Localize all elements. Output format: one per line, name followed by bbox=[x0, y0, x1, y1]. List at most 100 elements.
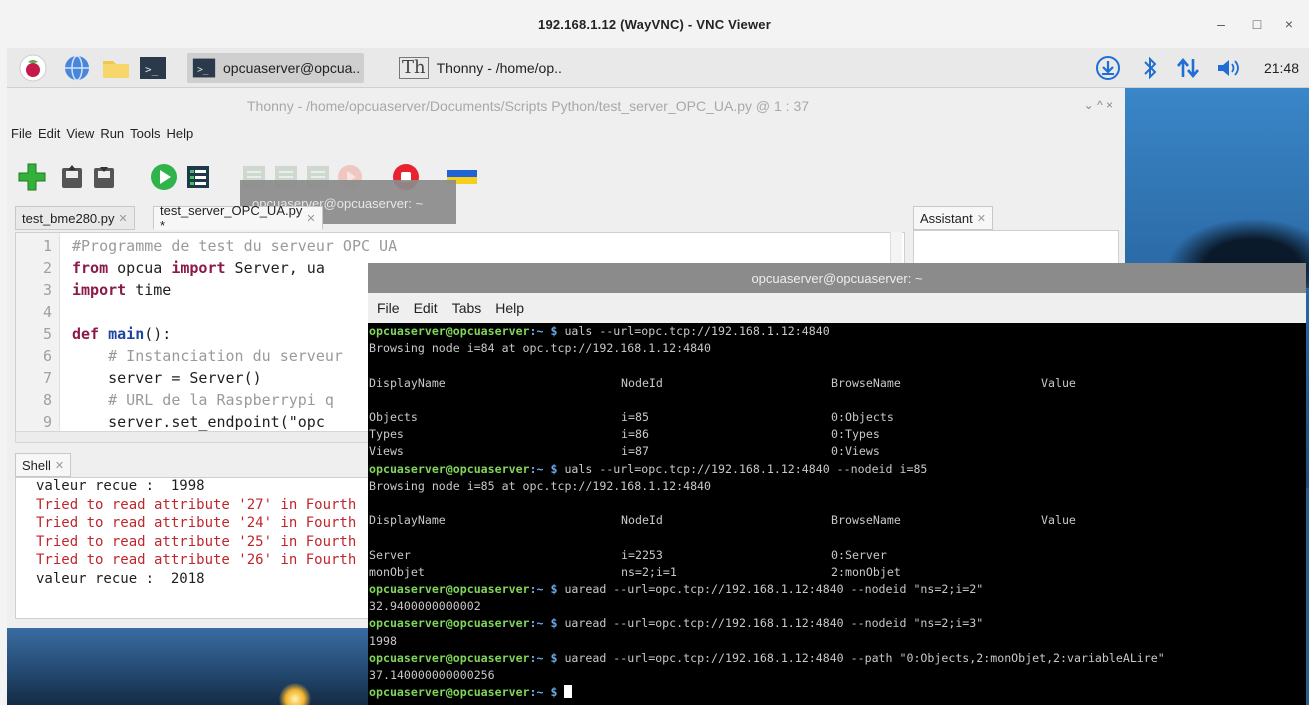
tab-close-icon[interactable]: ✕ bbox=[119, 212, 128, 225]
prompt-user: opcuaserver@opcuaserver bbox=[369, 324, 530, 338]
terminal-menu-help[interactable]: Help bbox=[495, 300, 524, 316]
tab-test-server-opc-ua[interactable]: test_server_OPC_UA.py * ✕ bbox=[153, 203, 323, 233]
output-text: 1998 bbox=[369, 633, 397, 648]
svg-text:>_: >_ bbox=[145, 63, 159, 76]
terminal-line: 32.9400000000002 bbox=[369, 598, 1305, 615]
tab-test-bme280[interactable]: test_bme280.py ✕ bbox=[15, 206, 135, 230]
terminal-line: Objects i=85 0:Objects bbox=[369, 409, 1305, 426]
line-number: 6 bbox=[42, 347, 52, 365]
terminal-launcher-icon[interactable]: >_ bbox=[139, 54, 167, 82]
run-play-icon[interactable] bbox=[149, 162, 179, 192]
tab-assistant[interactable]: Assistant ✕ bbox=[913, 206, 993, 230]
shell-line: valeur recue : 1998 bbox=[36, 478, 205, 494]
code-token: opcua bbox=[108, 259, 172, 277]
command-text: uals --url=opc.tcp://192.168.1.12:4840 bbox=[557, 324, 830, 338]
code-text: server.set_endpoint("opc bbox=[72, 413, 325, 431]
tab-label: Assistant bbox=[920, 210, 973, 226]
prompt-path: :~ $ bbox=[529, 582, 558, 596]
table-cell: i=86 bbox=[621, 427, 649, 442]
terminal-line: Browsing node i=85 at opc.tcp://192.168.… bbox=[369, 478, 1305, 495]
minimize-button[interactable]: – bbox=[1212, 16, 1230, 32]
tab-close-icon[interactable]: ✕ bbox=[977, 212, 986, 225]
table-cell: 0:Server bbox=[831, 547, 887, 562]
code-text: server = Server() bbox=[72, 369, 262, 387]
update-download-icon[interactable] bbox=[1095, 54, 1121, 82]
prompt-user: opcuaserver@opcuaserver bbox=[369, 461, 530, 476]
code-token: from bbox=[72, 259, 109, 277]
shell-line: Tried to read attribute '27' in Fourth bbox=[36, 496, 357, 513]
menu-edit[interactable]: Edit bbox=[38, 126, 60, 144]
menu-help[interactable]: Help bbox=[167, 126, 194, 144]
terminal-line: Types i=86 0:Types bbox=[369, 426, 1305, 443]
code-text: import time bbox=[72, 281, 171, 299]
taskbar-thonny-window[interactable]: Th Thonny - /home/op.. bbox=[395, 53, 566, 83]
line-number: 1 bbox=[42, 237, 52, 255]
table-cell: Server bbox=[369, 547, 411, 562]
prompt-path: :~ $ bbox=[529, 650, 558, 665]
volume-icon[interactable] bbox=[1215, 54, 1243, 82]
close-button[interactable]: × bbox=[1280, 16, 1298, 32]
open-file-icon[interactable] bbox=[57, 162, 87, 192]
taskbar-clock[interactable]: 21:48 bbox=[1264, 60, 1299, 76]
code-token: Server, ua bbox=[225, 259, 325, 277]
command-text: uaread --url=opc.tcp://192.168.1.12:4840… bbox=[557, 650, 1165, 665]
table-cell: NodeId bbox=[621, 513, 663, 528]
save-file-icon[interactable] bbox=[89, 162, 119, 192]
new-file-plus-icon[interactable] bbox=[17, 162, 47, 192]
table-cell: i=2253 bbox=[621, 547, 663, 562]
output-text: 32.9400000000002 bbox=[369, 599, 481, 614]
terminal-line: opcuaserver@opcuaserver:~ $ uals --url=o… bbox=[369, 323, 1305, 340]
thonny-window-controls[interactable]: ⌄ ^ × bbox=[1084, 98, 1113, 112]
terminal-line: opcuaserver@opcuaserver:~ $ uaread --url… bbox=[369, 581, 1305, 598]
browser-globe-icon[interactable] bbox=[63, 54, 91, 82]
code-token: #Programme de test du serveur OPC UA bbox=[72, 237, 398, 255]
command-text: uaread --url=opc.tcp://192.168.1.12:4840… bbox=[557, 582, 984, 596]
menu-file[interactable]: File bbox=[11, 126, 32, 144]
output-text: Browsing node i=85 at opc.tcp://192.168.… bbox=[369, 478, 712, 493]
code-token: server = Server() bbox=[72, 369, 262, 387]
menu-run[interactable]: Run bbox=[100, 126, 124, 144]
code-token: def bbox=[72, 325, 100, 343]
maximize-button[interactable]: □ bbox=[1248, 16, 1266, 32]
terminal-menu-edit[interactable]: Edit bbox=[414, 300, 438, 316]
line-number: 5 bbox=[42, 325, 52, 343]
terminal-window: opcuaserver@opcuaserver: ~ File Edit Tab… bbox=[368, 263, 1306, 705]
terminal-menu-file[interactable]: File bbox=[377, 300, 400, 316]
code-text: from opcua import Server, ua bbox=[72, 259, 325, 277]
tab-close-icon[interactable]: ✕ bbox=[306, 212, 315, 225]
prompt-path: :~ $ bbox=[529, 461, 558, 476]
thonny-window-title: Thonny - /home/opcuaserver/Documents/Scr… bbox=[247, 98, 810, 114]
wallpaper-bottom bbox=[7, 626, 377, 705]
terminal-output[interactable]: opcuaserver@opcuaserver:~ $ uals --url=o… bbox=[368, 323, 1306, 705]
prompt-user: opcuaserver@opcuaserver bbox=[369, 616, 530, 631]
taskbar-terminal-window[interactable]: >_ opcuaserver@opcua.. bbox=[187, 53, 365, 83]
code-token: main bbox=[108, 325, 145, 343]
prompt-path: :~ $ bbox=[529, 616, 558, 631]
line-number: 3 bbox=[42, 281, 52, 299]
network-arrows-icon[interactable] bbox=[1175, 54, 1201, 82]
vnc-viewer-window: 192.168.1.12 (WayVNC) - VNC Viewer – □ ×… bbox=[0, 0, 1309, 705]
menu-view[interactable]: View bbox=[66, 126, 94, 144]
prompt-user: opcuaserver@opcuaserver bbox=[369, 650, 530, 665]
file-manager-folder-icon[interactable] bbox=[101, 54, 129, 82]
terminal-menu-bar: File Edit Tabs Help bbox=[368, 293, 1306, 323]
table-cell: Types bbox=[369, 427, 404, 442]
terminal-menu-tabs[interactable]: Tabs bbox=[452, 300, 482, 316]
svg-text:>_: >_ bbox=[197, 64, 209, 75]
table-cell: BrowseName bbox=[831, 513, 901, 528]
terminal-line: opcuaserver@opcuaserver:~ $ bbox=[369, 684, 1305, 701]
code-text: # URL de la Raspberrypi q bbox=[72, 391, 334, 409]
raspberry-menu-icon[interactable] bbox=[19, 54, 47, 82]
tab-label: test_server_OPC_UA.py * bbox=[160, 203, 303, 233]
bluetooth-icon[interactable] bbox=[1141, 54, 1159, 82]
tab-shell[interactable]: Shell ✕ bbox=[15, 453, 72, 477]
line-number: 8 bbox=[42, 391, 52, 409]
code-token: (): bbox=[144, 325, 172, 343]
table-cell: Views bbox=[369, 444, 404, 459]
tab-close-icon[interactable]: ✕ bbox=[55, 459, 64, 472]
debug-list-icon[interactable] bbox=[183, 162, 213, 192]
code-token: # Instanciation du serveur bbox=[72, 347, 343, 365]
menu-tools[interactable]: Tools bbox=[130, 126, 160, 144]
tab-label: Shell bbox=[22, 457, 51, 473]
